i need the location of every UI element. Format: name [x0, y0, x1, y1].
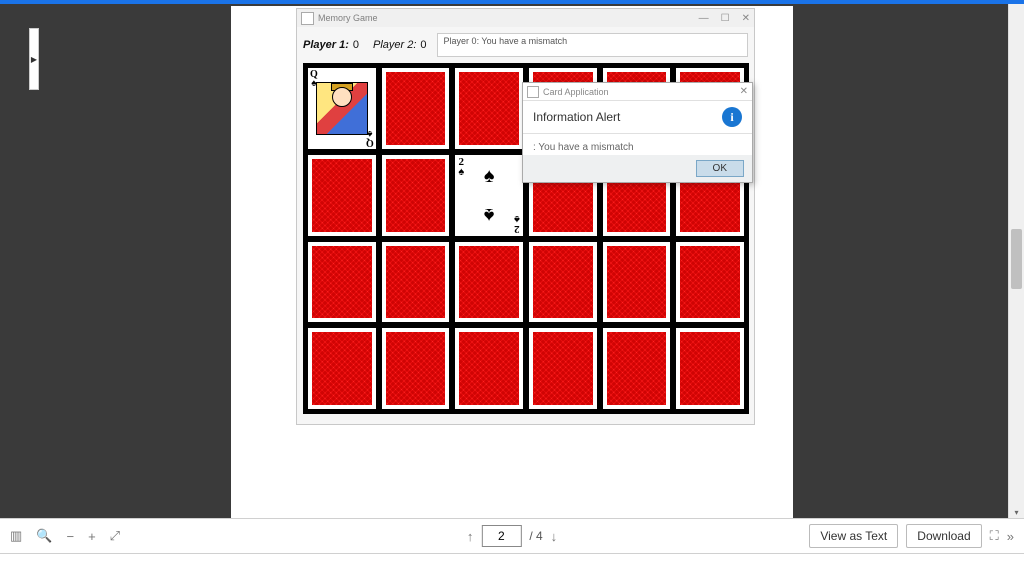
dialog-header: Information Alert i [523, 101, 752, 134]
maximize-icon[interactable]: ☐ [721, 13, 730, 24]
page-input[interactable] [481, 525, 521, 547]
dialog-header-text: Information Alert [533, 110, 722, 124]
card-back[interactable] [601, 326, 673, 411]
close-icon[interactable]: ✕ [740, 86, 748, 97]
card-back[interactable] [380, 153, 452, 238]
score-row: Player 1: 0 Player 2: 0 Player 0: You ha… [303, 33, 748, 57]
window-title: Memory Game [318, 13, 699, 23]
card-back[interactable] [527, 326, 599, 411]
gutter-expand[interactable]: ▶ [29, 28, 39, 90]
window-controls: — ☐ ✕ [699, 13, 750, 24]
left-gutter: ▶ [26, 4, 42, 90]
close-icon[interactable]: ✕ [742, 13, 750, 24]
player2-label: Player 2: [373, 39, 416, 51]
card-back[interactable] [380, 240, 452, 325]
info-icon: i [722, 107, 742, 127]
player2-score: 0 [420, 39, 426, 51]
window-titlebar[interactable]: Memory Game — ☐ ✕ [297, 9, 754, 27]
viewer-toolbar: ▥ 🔍 − + ⤢ ↑ / 4 ↓ View as Text Download … [0, 518, 1024, 554]
dialog-body: : You have a mismatch [523, 134, 752, 155]
card-back[interactable] [674, 326, 746, 411]
toolbar-center: ↑ / 4 ↓ [467, 525, 557, 547]
card-back[interactable] [453, 240, 525, 325]
scrollbar-thumb[interactable] [1011, 229, 1022, 289]
dialog-footer: OK [523, 155, 752, 182]
ok-button[interactable]: OK [696, 160, 744, 177]
memory-game-window: Memory Game — ☐ ✕ Player 1: 0 Player 2: … [296, 8, 755, 425]
zoom-in-icon[interactable]: + [88, 529, 96, 544]
dialog-title: Card Application [543, 87, 609, 97]
more-icon[interactable]: » [1007, 529, 1014, 544]
vertical-scrollbar[interactable]: ▾ [1008, 4, 1024, 520]
page-total: / 4 [529, 529, 542, 543]
minimize-icon[interactable]: — [699, 13, 709, 24]
toolbar-right: View as Text Download ⛶ » [809, 524, 1014, 548]
alert-dialog: Card Application ✕ Information Alert i :… [522, 82, 753, 183]
card-back[interactable] [380, 66, 452, 151]
card-back[interactable] [306, 153, 378, 238]
card-face-queen-spades[interactable]: Q♠Q♠ [306, 66, 378, 151]
chevron-right-icon: ▶ [31, 55, 37, 64]
card-back[interactable] [527, 240, 599, 325]
next-page-icon[interactable]: ↓ [551, 529, 558, 544]
document-viewer: Memory Game — ☐ ✕ Player 1: 0 Player 2: … [0, 4, 1024, 520]
zoom-out-icon[interactable]: − [66, 529, 74, 544]
player1-label: Player 1: [303, 39, 349, 51]
card-back[interactable] [601, 240, 673, 325]
card-back[interactable] [453, 66, 525, 151]
document-page: Memory Game — ☐ ✕ Player 1: 0 Player 2: … [231, 6, 793, 520]
download-button[interactable]: Download [906, 524, 981, 548]
card-back[interactable] [453, 326, 525, 411]
card-back[interactable] [380, 326, 452, 411]
card-face-two-spades[interactable]: 2♠♠♠2♠ [453, 153, 525, 238]
toolbar-left: ▥ 🔍 − + ⤢ [10, 528, 120, 544]
sidebar-icon[interactable]: ▥ [10, 528, 22, 544]
dialog-titlebar[interactable]: Card Application ✕ [523, 83, 752, 101]
app-icon [301, 12, 314, 25]
fullscreen-icon[interactable]: ⛶ [990, 528, 999, 544]
bottom-padding [0, 554, 1024, 576]
prev-page-icon[interactable]: ↑ [467, 529, 474, 544]
search-icon[interactable]: 🔍 [36, 528, 52, 544]
view-as-text-button[interactable]: View as Text [809, 524, 898, 548]
card-back[interactable] [674, 240, 746, 325]
fit-icon[interactable]: ⤢ [110, 528, 120, 544]
player1-score: 0 [353, 39, 359, 51]
card-back[interactable] [306, 240, 378, 325]
status-text: Player 0: You have a mismatch [437, 33, 748, 57]
card-back[interactable] [306, 326, 378, 411]
dialog-app-icon [527, 86, 539, 98]
